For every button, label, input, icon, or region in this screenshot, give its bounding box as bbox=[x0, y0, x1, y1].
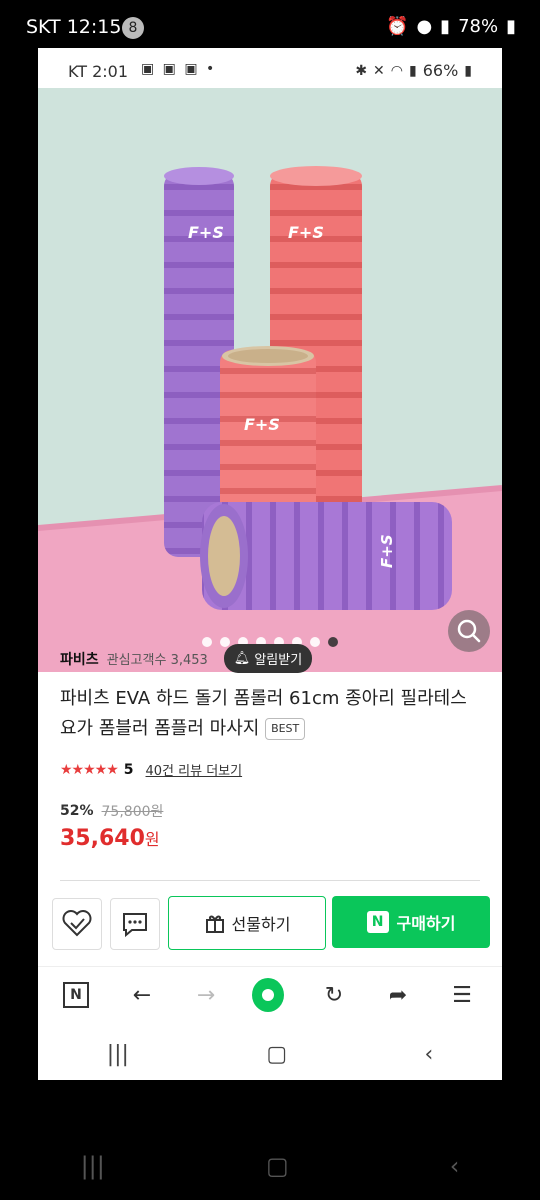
outer-home-button[interactable]: ▢ bbox=[266, 1152, 289, 1180]
product-image[interactable]: F+S F+S F+S F+S bbox=[38, 88, 502, 672]
outer-back-button[interactable]: ‹ bbox=[450, 1152, 460, 1180]
notification-count-badge: 8 bbox=[122, 17, 144, 39]
naver-logo-icon: N bbox=[63, 982, 89, 1008]
forward-button[interactable]: → bbox=[190, 979, 222, 1011]
browser-toolbar: N ← → ↻ ➦ ☰ bbox=[38, 966, 502, 1023]
naver-home-button[interactable]: N bbox=[60, 979, 92, 1011]
foam-roller-illustration: F+S F+S F+S F+S bbox=[38, 166, 502, 672]
outer-status-time: SKT 12:15 bbox=[26, 16, 122, 38]
back-button[interactable]: ← bbox=[126, 979, 158, 1011]
gift-icon bbox=[205, 915, 224, 933]
carousel-dot-active[interactable] bbox=[328, 637, 338, 647]
refresh-icon: ↻ bbox=[324, 982, 344, 1008]
price-unit: 원 bbox=[144, 830, 160, 849]
discount-rate: 52% bbox=[60, 803, 94, 819]
brand-mark-4: F+S bbox=[378, 534, 396, 568]
gift-button[interactable]: 선물하기 bbox=[168, 896, 326, 950]
outer-recent-apps-button[interactable]: ||| bbox=[81, 1152, 105, 1180]
outer-battery-text: 78% bbox=[458, 16, 499, 37]
buy-button[interactable]: N 구매하기 bbox=[332, 896, 490, 948]
recent-apps-button[interactable]: ||| bbox=[107, 1042, 129, 1067]
bluetooth-icon: ✱ bbox=[355, 62, 368, 79]
store-followers: 관심고객수 3,453 bbox=[106, 653, 208, 668]
battery-icon: ▮ bbox=[506, 16, 516, 37]
home-button[interactable]: ▢ bbox=[266, 1042, 287, 1067]
brand-mark-1: F+S bbox=[188, 223, 224, 242]
signal-icon: ▮ bbox=[440, 16, 451, 37]
forward-arrow-icon: → bbox=[196, 982, 216, 1008]
review-link[interactable]: 40건 리뷰 더보기 bbox=[146, 760, 243, 779]
rating-stars-icon: ★★★★★ bbox=[60, 761, 119, 778]
wishlist-button[interactable] bbox=[52, 898, 102, 950]
buy-button-label: 구매하기 bbox=[396, 914, 456, 933]
alarm-icon: ⏰ bbox=[386, 16, 409, 37]
green-dot-icon bbox=[252, 978, 284, 1012]
alert-subscribe-button[interactable]: 🔔︎ 알림받기 bbox=[223, 644, 313, 673]
divider bbox=[60, 880, 480, 881]
discount-row: 52% 75,800원 bbox=[60, 801, 163, 821]
green-dot-button[interactable] bbox=[252, 978, 284, 1012]
back-arrow-icon: ← bbox=[132, 982, 152, 1008]
menu-button[interactable]: ☰ bbox=[446, 979, 478, 1011]
product-title-text: 파비츠 EVA 하드 돌기 폼롤러 61cm 종아리 필라테스 요가 폼블러 폼… bbox=[60, 688, 467, 739]
brand-mark-3: F+S bbox=[244, 415, 280, 434]
naver-pay-icon: N bbox=[366, 911, 389, 933]
chat-icon bbox=[123, 913, 147, 938]
brand-mark-2: F+S bbox=[288, 223, 324, 242]
product-title: 파비츠 EVA 하드 돌기 폼롤러 61cm 종아리 필라테스 요가 폼블러 폼… bbox=[60, 684, 480, 744]
hamburger-icon: ☰ bbox=[452, 982, 472, 1008]
inner-battery-text: 66% bbox=[422, 61, 459, 80]
gift-button-label: 선물하기 bbox=[231, 915, 291, 934]
wifi-icon: ◠ bbox=[390, 62, 403, 79]
alert-button-label: 알림받기 bbox=[254, 653, 303, 668]
rating-value: 5 bbox=[123, 761, 134, 778]
outer-android-nav: ||| ▢ ‹ bbox=[0, 1132, 540, 1200]
best-badge: BEST bbox=[265, 718, 306, 740]
inner-status-right: ✱ ✕ ◠ ▮ 66% ▮ bbox=[355, 61, 472, 80]
chat-button[interactable] bbox=[110, 898, 160, 950]
share-button[interactable]: ➦ bbox=[382, 979, 414, 1011]
phone-screen: KT 2:01 ▣ ▣ ▣ • ✱ ✕ ◠ ▮ 66% ▮ F+S F+S F+… bbox=[38, 48, 502, 1080]
location-icon: ● bbox=[416, 16, 433, 37]
rating-row: ★★★★★ 5 40건 리뷰 더보기 bbox=[60, 760, 243, 780]
notification-icons: ▣ ▣ ▣ • bbox=[141, 61, 217, 77]
refresh-button[interactable]: ↻ bbox=[318, 979, 350, 1011]
magnifier-icon bbox=[457, 619, 481, 643]
inner-status-time: KT 2:01 bbox=[68, 62, 129, 81]
sale-price-value: 35,640 bbox=[60, 826, 145, 851]
mute-icon: ✕ bbox=[373, 62, 385, 79]
signal-icon: ▮ bbox=[409, 62, 417, 79]
bell-icon: 🔔︎ bbox=[233, 651, 251, 666]
heart-check-icon bbox=[62, 910, 92, 937]
store-name[interactable]: 파비츠 bbox=[60, 649, 99, 669]
store-row: 파비츠 관심고객수 3,453 🔔︎ 알림받기 bbox=[60, 644, 313, 673]
inner-status-bar: KT 2:01 ▣ ▣ ▣ • ✱ ✕ ◠ ▮ 66% ▮ bbox=[38, 48, 502, 92]
back-nav-button[interactable]: ‹ bbox=[424, 1042, 433, 1067]
battery-icon: ▮ bbox=[464, 62, 472, 79]
share-icon: ➦ bbox=[388, 982, 408, 1008]
inner-android-nav: ||| ▢ ‹ bbox=[38, 1028, 502, 1080]
sale-price: 35,640원 bbox=[60, 826, 160, 851]
zoom-button[interactable] bbox=[448, 610, 490, 652]
outer-status-right: ⏰ ● ▮ 78% ▮ bbox=[386, 16, 516, 37]
original-price: 75,800원 bbox=[101, 804, 164, 820]
action-bar: 선물하기 N 구매하기 bbox=[38, 888, 502, 958]
